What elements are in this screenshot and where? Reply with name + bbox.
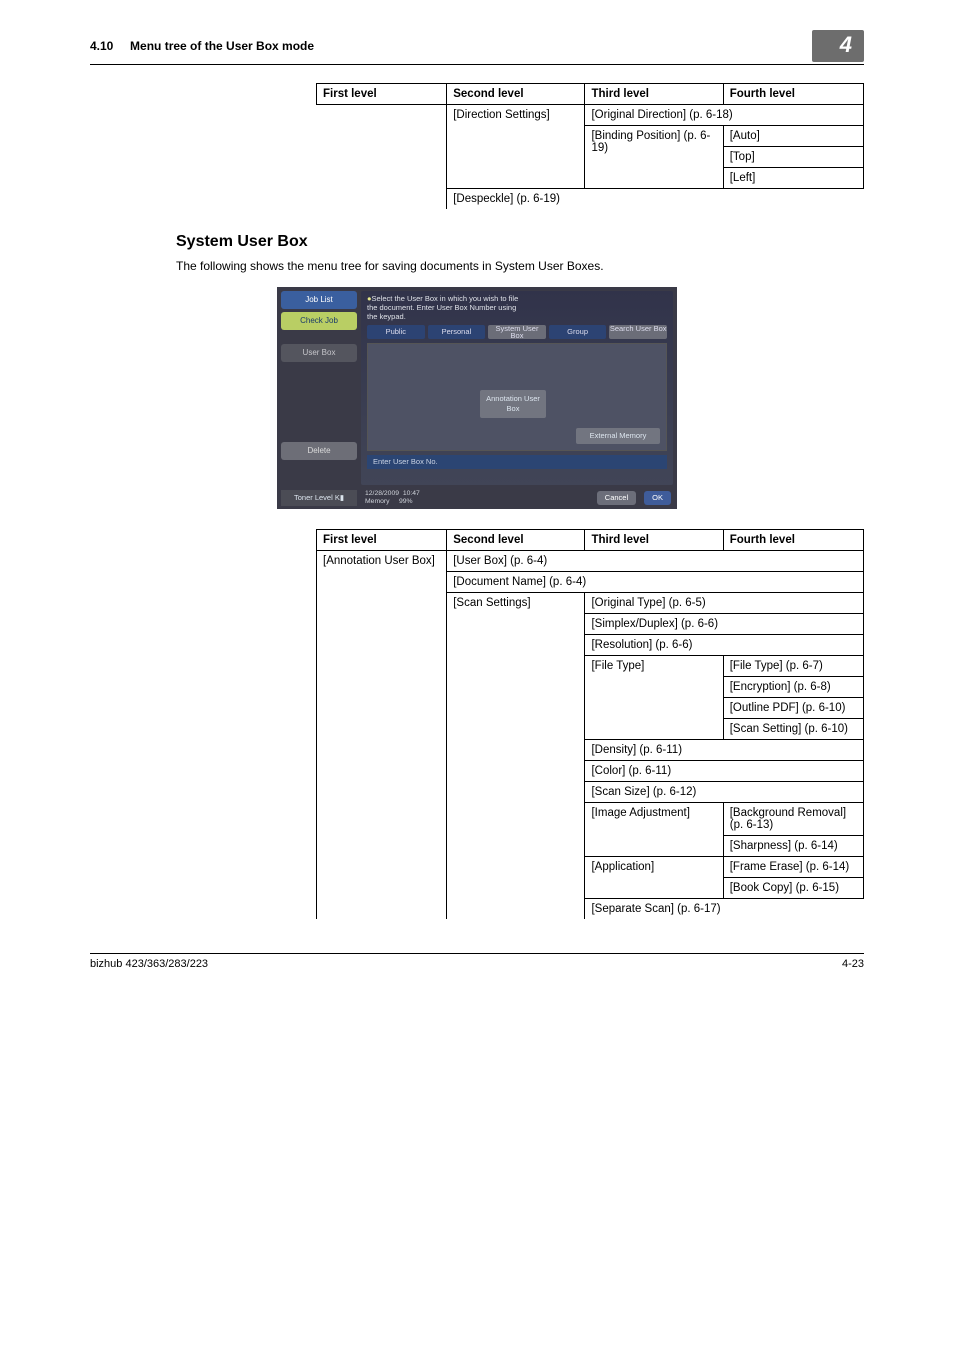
t2-header-second: Second level <box>447 530 585 551</box>
chapter-badge: 4 <box>812 30 864 62</box>
t2-book-copy: [Book Copy] (p. 6-15) <box>723 878 863 899</box>
t2-scan-size: [Scan Size] (p. 6-12) <box>585 782 864 803</box>
tab-group[interactable]: Group <box>549 325 607 339</box>
t1-binding-position: [Binding Position] (p. 6-19) <box>585 126 723 189</box>
menu-tree-table-1: First level Second level Third level Fou… <box>316 83 864 209</box>
t2-separate-scan: [Separate Scan] (p. 6-17) <box>585 899 864 920</box>
tab-system-user-box[interactable]: System User Box <box>488 325 546 339</box>
ok-button[interactable]: OK <box>644 491 671 505</box>
t1-despeckle: [Despeckle] (p. 6-19) <box>447 189 864 210</box>
t1-header-second: Second level <box>447 84 585 105</box>
t2-document-name: [Document Name] (p. 6-4) <box>447 572 864 593</box>
t2-user-box: [User Box] (p. 6-4) <box>447 551 864 572</box>
t1-header-first: First level <box>317 84 447 105</box>
t1-original-direction: [Original Direction] (p. 6-18) <box>585 105 864 126</box>
t2-image-adjustment: [Image Adjustment] <box>585 803 723 857</box>
t1-left: [Left] <box>723 168 863 189</box>
footer-page: 4-23 <box>842 958 864 970</box>
footer-model: bizhub 423/363/283/223 <box>90 958 208 970</box>
t1-header-third: Third level <box>585 84 723 105</box>
prompt-line3: the keypad. <box>367 312 406 321</box>
annotation-user-box-button[interactable]: Annotation User Box <box>480 390 546 418</box>
t1-direction-settings: [Direction Settings] <box>447 105 585 189</box>
t2-original-type: [Original Type] (p. 6-5) <box>585 593 864 614</box>
t1-header-fourth: Fourth level <box>723 84 863 105</box>
t2-resolution: [Resolution] (p. 6-6) <box>585 635 864 656</box>
t2-sharpness: [Sharpness] (p. 6-14) <box>723 836 863 857</box>
system-user-box-desc: The following shows the menu tree for sa… <box>176 259 864 273</box>
t2-outline-pdf: [Outline PDF] (p. 6-10) <box>723 698 863 719</box>
t2-header-third: Third level <box>585 530 723 551</box>
t2-color: [Color] (p. 6-11) <box>585 761 864 782</box>
t2-encryption: [Encryption] (p. 6-8) <box>723 677 863 698</box>
t2-background-removal: [Background Removal] (p. 6-13) <box>723 803 863 836</box>
page-footer: bizhub 423/363/283/223 4-23 <box>90 953 864 970</box>
prompt-line1: Select the User Box in which you wish to… <box>372 294 519 303</box>
menu-tree-table-2: First level Second level Third level Fou… <box>316 529 864 919</box>
enter-userbox-no-field[interactable]: Enter User Box No. <box>367 455 667 469</box>
system-user-box-heading: System User Box <box>176 233 864 251</box>
toner-level-label: Toner Level K▮ <box>281 490 357 506</box>
tab-public[interactable]: Public <box>367 325 425 339</box>
check-job-tab[interactable]: Check Job <box>281 312 357 330</box>
tab-personal[interactable]: Personal <box>428 325 486 339</box>
tab-search-user-box[interactable]: Search User Box <box>609 325 667 339</box>
t2-density: [Density] (p. 6-11) <box>585 740 864 761</box>
t2-header-first: First level <box>317 530 447 551</box>
t2-scan-settings: [Scan Settings] <box>447 593 585 920</box>
section-title-text: Menu tree of the User Box mode <box>130 39 314 53</box>
t2-scan-setting: [Scan Setting] (p. 6-10) <box>723 719 863 740</box>
userbox-side-label: User Box <box>281 344 357 362</box>
status-datetime: 12/28/2009 10:47 Memory 99% <box>365 490 420 506</box>
t1-top: [Top] <box>723 147 863 168</box>
job-list-button[interactable]: Job List <box>281 291 357 309</box>
device-screenshot: Job List Check Job User Box Delete ●Sele… <box>277 287 677 509</box>
external-memory-button[interactable]: External Memory <box>576 428 660 444</box>
t1-blank-first <box>317 105 447 210</box>
t2-annotation-user-box: [Annotation User Box] <box>317 551 447 920</box>
t2-application: [Application] <box>585 857 723 899</box>
header-left: 4.10 Menu tree of the User Box mode <box>90 39 314 53</box>
t2-file-type: [File Type] <box>585 656 723 740</box>
section-number: 4.10 <box>90 39 113 53</box>
t2-header-fourth: Fourth level <box>723 530 863 551</box>
prompt-line2: the document. Enter User Box Number usin… <box>367 303 516 312</box>
t2-simplex-duplex: [Simplex/Duplex] (p. 6-6) <box>585 614 864 635</box>
cancel-button[interactable]: Cancel <box>597 491 636 505</box>
t2-frame-erase: [Frame Erase] (p. 6-14) <box>723 857 863 878</box>
prompt-text: ●Select the User Box in which you wish t… <box>361 291 673 321</box>
page-header: 4.10 Menu tree of the User Box mode 4 <box>90 30 864 65</box>
delete-button[interactable]: Delete <box>281 442 357 460</box>
t2-file-type-page: [File Type] (p. 6-7) <box>723 656 863 677</box>
t1-auto: [Auto] <box>723 126 863 147</box>
